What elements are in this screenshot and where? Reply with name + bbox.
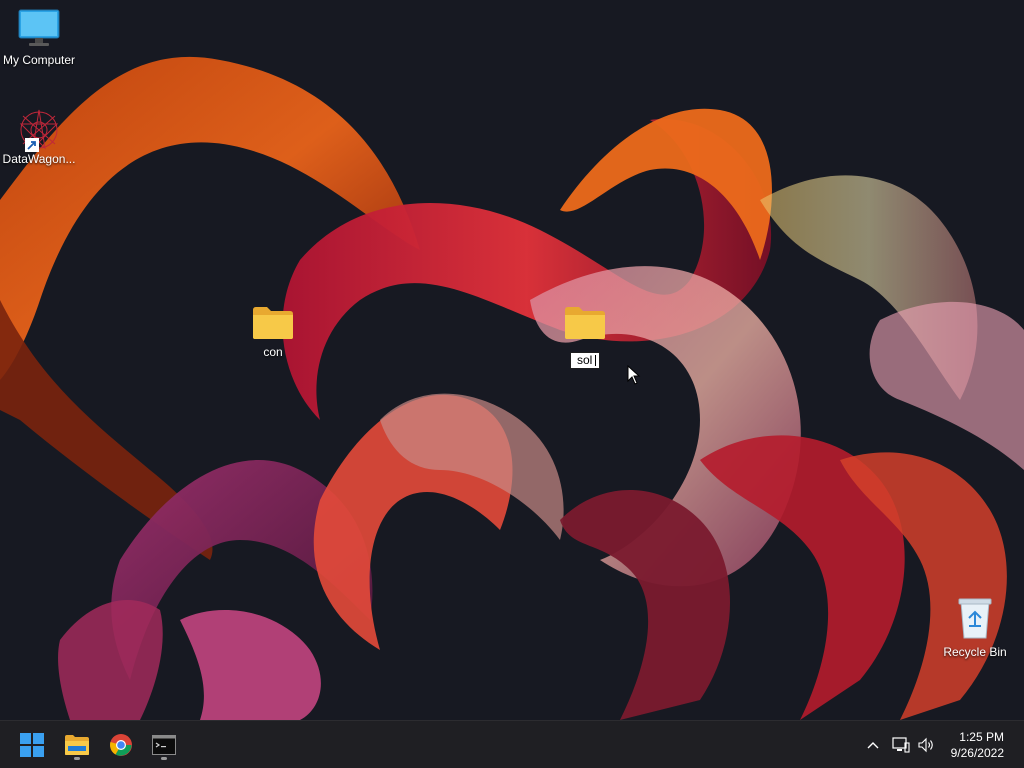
new-folder-desktop-icon[interactable] — [555, 304, 615, 343]
monitor-icon — [18, 9, 60, 46]
desktop[interactable]: My Computer DataWagon... con sol Recycle… — [0, 0, 1024, 720]
folder-rename-input[interactable]: sol — [570, 352, 600, 369]
file-explorer-button[interactable] — [59, 727, 95, 763]
taskbar: 1:25 PM 9/26/2022 — [0, 720, 1024, 768]
mouse-cursor-icon — [627, 365, 641, 385]
recycle-bin-label: Recycle Bin — [943, 645, 1007, 659]
recycle-bin-desktop-icon[interactable]: Recycle Bin — [940, 596, 1010, 659]
windows-logo-icon — [20, 733, 44, 757]
recycle-bin-icon — [958, 598, 992, 639]
chrome-icon — [110, 734, 132, 756]
start-button[interactable] — [14, 727, 50, 763]
datawagon-desktop-icon[interactable]: DataWagon... — [0, 106, 78, 166]
wallpaper — [0, 56, 1024, 720]
folder-icon — [253, 307, 293, 339]
volume-icon[interactable] — [918, 737, 936, 753]
shortcut-arrow-icon — [25, 138, 39, 152]
terminal-button[interactable] — [146, 727, 182, 763]
my-computer-desktop-icon[interactable]: My Computer — [0, 8, 78, 67]
folder-icon — [565, 307, 605, 339]
clock-date: 9/26/2022 — [950, 746, 1004, 760]
network-icon[interactable] — [892, 737, 910, 753]
my-computer-label: My Computer — [2, 53, 76, 67]
taskbar-clock[interactable]: 1:25 PM 9/26/2022 — [951, 729, 1004, 761]
text-caret — [595, 355, 596, 366]
running-indicator — [161, 757, 167, 760]
folder-con-label: con — [263, 345, 283, 359]
datawagon-label: DataWagon... — [2, 152, 76, 166]
clock-time: 1:25 PM — [959, 730, 1004, 744]
chevron-up-icon[interactable] — [866, 740, 880, 750]
chrome-button[interactable] — [103, 727, 139, 763]
running-indicator — [74, 757, 80, 760]
terminal-icon — [152, 735, 176, 755]
folder-rename-text: sol — [577, 353, 593, 367]
folder-icon — [65, 735, 89, 755]
datawagon-logo-icon — [19, 109, 59, 150]
folder-con-desktop-icon[interactable]: con — [243, 304, 303, 359]
